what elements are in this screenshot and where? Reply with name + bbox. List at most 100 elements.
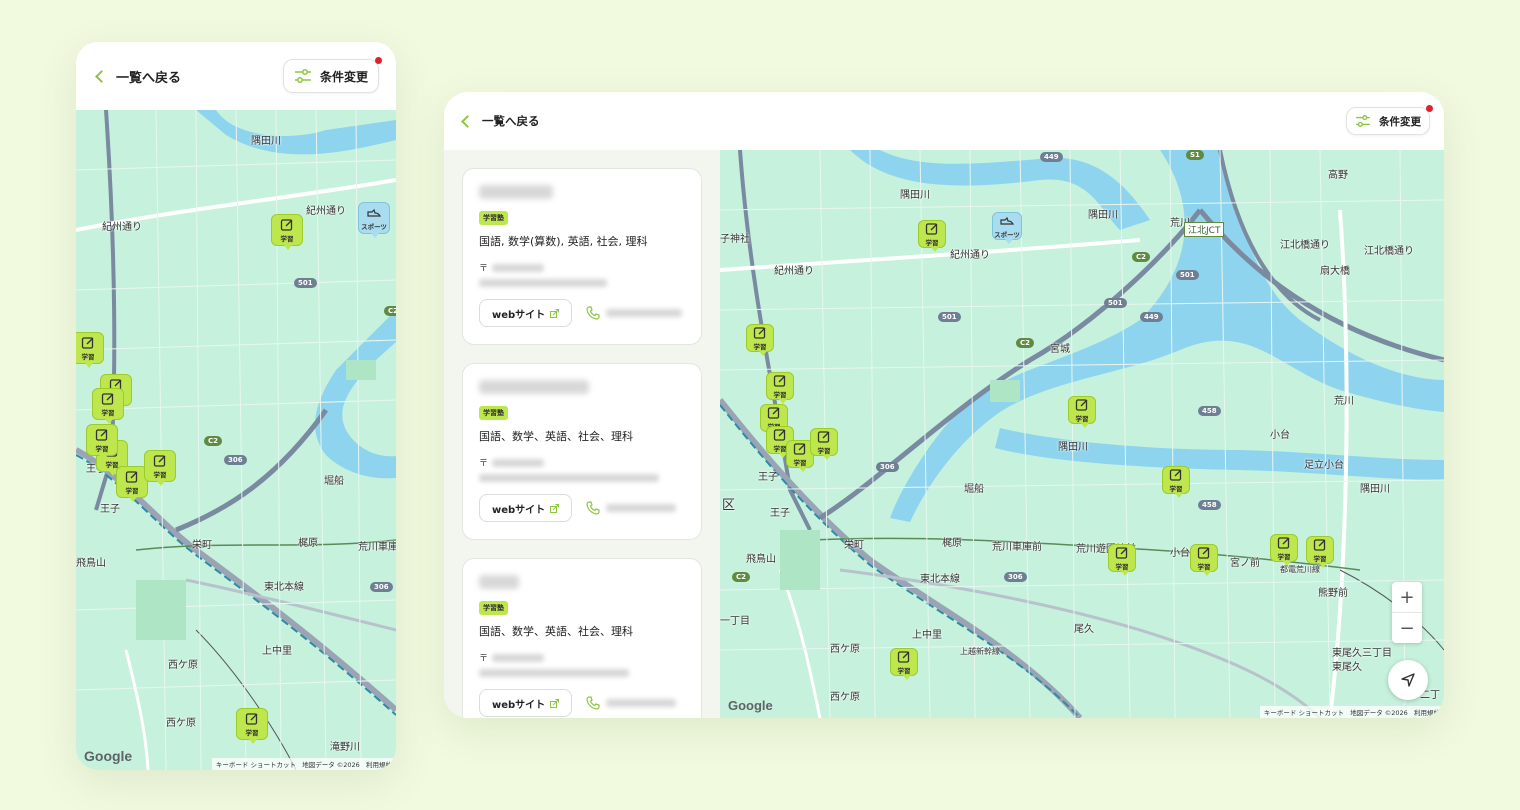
map-label: 飛鳥山 [746,554,776,565]
map-label: 栄町 [844,540,864,551]
map-label: 紀州通り [306,206,346,217]
route-shield: 458 [1198,500,1221,510]
map-label: 荒川 [1334,396,1354,407]
phone-link[interactable] [586,306,683,320]
study-pin[interactable]: 学習 [236,708,268,744]
website-button[interactable]: webサイト [479,494,573,522]
filter-label: 条件変更 [1379,115,1421,128]
website-button[interactable]: webサイト [479,689,573,717]
map-label: 梶原 [298,538,318,549]
note-icon [125,470,138,483]
study-pin[interactable]: 学習 [746,324,774,356]
study-pin[interactable]: 学習 [810,428,838,460]
map-label: 隅田川 [1360,484,1390,495]
map-label: 堀船 [324,476,344,487]
map-label: 堀船 [964,484,984,495]
study-pin[interactable]: 学習 [86,424,118,460]
phone-link[interactable] [586,501,677,515]
back-label: 一覧へ戻る [482,114,540,128]
pin-label: 学習 [81,352,95,361]
zoom-in-button[interactable]: + [1392,582,1422,612]
google-logo: Google [84,748,133,764]
study-pin[interactable]: 学習 [890,648,918,680]
back-link[interactable]: 一覧へ戻る [460,113,540,129]
map-label: 西ケ原 [166,718,196,729]
chevron-left-icon [461,114,474,128]
category-tag: 学習塾 [479,211,508,225]
sports-pin[interactable]: スポーツ [992,212,1022,244]
postal-mark: 〒 [479,264,489,274]
map-label: 東尾久 [1332,662,1362,673]
zoom-control: + − [1392,582,1422,643]
pin-label: 学習 [897,666,911,675]
mobile-header: 一覧へ戻る 条件変更 [76,42,396,110]
pin-label: 学習 [925,238,939,247]
subjects-text: 国語、数学、英語、社会、理科 [479,430,633,443]
postal-mark: 〒 [479,654,489,664]
back-link[interactable]: 一覧へ戻る [94,67,181,86]
website-label: webサイト [492,504,546,516]
route-shield: 501 [1176,270,1199,280]
map-label: 江北橋通り [1280,240,1330,251]
map-label: 荒川車庫前 [992,542,1042,553]
map-label: 熊野前 [1318,588,1348,599]
result-list[interactable]: 学習塾 国語, 数学(算数), 英語, 社会, 理科 〒 webサイト 学習塾 … [444,150,720,718]
mobile-map[interactable]: 隅田川 紀州通り 紀州通り 王子 王子 堀船 栄町 梶原 荒川車庫前 飛鳥山 東… [76,110,396,770]
zoom-out-button[interactable]: − [1392,613,1422,643]
sports-pin[interactable]: スポーツ [358,202,390,238]
terms-link[interactable]: 利用規約 [366,761,392,769]
result-card[interactable]: 学習塾 国語, 数学(算数), 英語, 社会, 理科 〒 webサイト [462,168,702,345]
study-pin[interactable]: 学習 [1190,544,1218,576]
phone-icon [586,501,600,515]
pin-label: 学習 [793,458,807,467]
pin-label: 学習 [245,728,259,737]
result-card[interactable]: 学習塾 国語、数学、英語、社会、理科 〒 webサイト [462,558,702,718]
route-shield: 458 [1198,406,1221,416]
study-pin[interactable]: 学習 [1306,536,1334,568]
study-pin[interactable]: 学習 [76,332,104,368]
desktop-map[interactable]: 隅田川 隅田川 隅田川 隅田川 荒川 荒川 紀州通り 紀州通り 子神社 宮城 小… [720,150,1444,718]
website-button[interactable]: webサイト [479,299,573,327]
postal-row: 〒 [479,651,685,664]
terms-link[interactable]: 利用規約 [1414,709,1440,717]
keyboard-shortcuts-link[interactable]: キーボード ショートカット [1264,709,1344,717]
map-footer: キーボード ショートカット 地図データ ©2026 利用規約 [211,758,396,770]
study-pin[interactable]: 学習 [1270,534,1298,566]
desktop-frame: 一覧へ戻る 条件変更 学習塾 国語, 数学(算数), 英語, 社会, 理科 〒 … [444,92,1444,718]
study-pin[interactable]: 学習 [918,220,946,252]
study-pin[interactable]: 学習 [766,372,794,404]
phone-link[interactable] [586,696,677,710]
study-pin[interactable]: 学習 [1162,466,1190,498]
map-footer: キーボード ショートカット 地図データ ©2026 利用規約 [1259,706,1444,718]
study-pin[interactable]: 学習 [1068,396,1096,428]
study-pin[interactable]: 学習 [271,214,303,250]
study-pin[interactable]: 学習 [1108,544,1136,576]
study-pin[interactable]: 学習 [144,450,176,486]
keyboard-shortcuts-link[interactable]: キーボード ショートカット [216,761,296,769]
route-shield: C2 [1016,338,1035,348]
map-label: 紀州通り [950,250,990,261]
pin-label: 学習 [773,444,787,453]
map-label: 小台 [1270,430,1290,441]
result-card[interactable]: 学習塾 国語、数学、英語、社会、理科 〒 webサイト [462,363,702,540]
pin-label: 学習 [773,390,787,399]
note-icon [925,222,938,235]
category-tag: 学習塾 [479,406,508,420]
locate-button[interactable] [1388,660,1428,700]
map-label: 子神社 [720,234,750,245]
category-tag: 学習塾 [479,601,508,615]
map-label: 隅田川 [1088,210,1118,221]
map-data-text: 地図データ ©2026 [1350,709,1408,717]
mobile-frame: 隅田川 紀州通り 紀州通り 王子 王子 堀船 栄町 梶原 荒川車庫前 飛鳥山 東… [76,42,396,770]
address-redacted [479,669,629,677]
filter-button[interactable]: 条件変更 [1346,105,1433,135]
route-shield: 306 [370,582,393,592]
pin-label: スポーツ [994,230,1020,239]
map-label: 飛鳥山 [76,558,106,569]
study-pin[interactable]: 学習 [92,388,124,424]
filter-button[interactable]: 条件変更 [282,57,382,93]
map-label: 隅田川 [251,136,281,147]
pin-label: 学習 [1197,562,1211,571]
navigation-arrow-icon [1401,673,1415,687]
pin-label: 学習 [101,408,115,417]
